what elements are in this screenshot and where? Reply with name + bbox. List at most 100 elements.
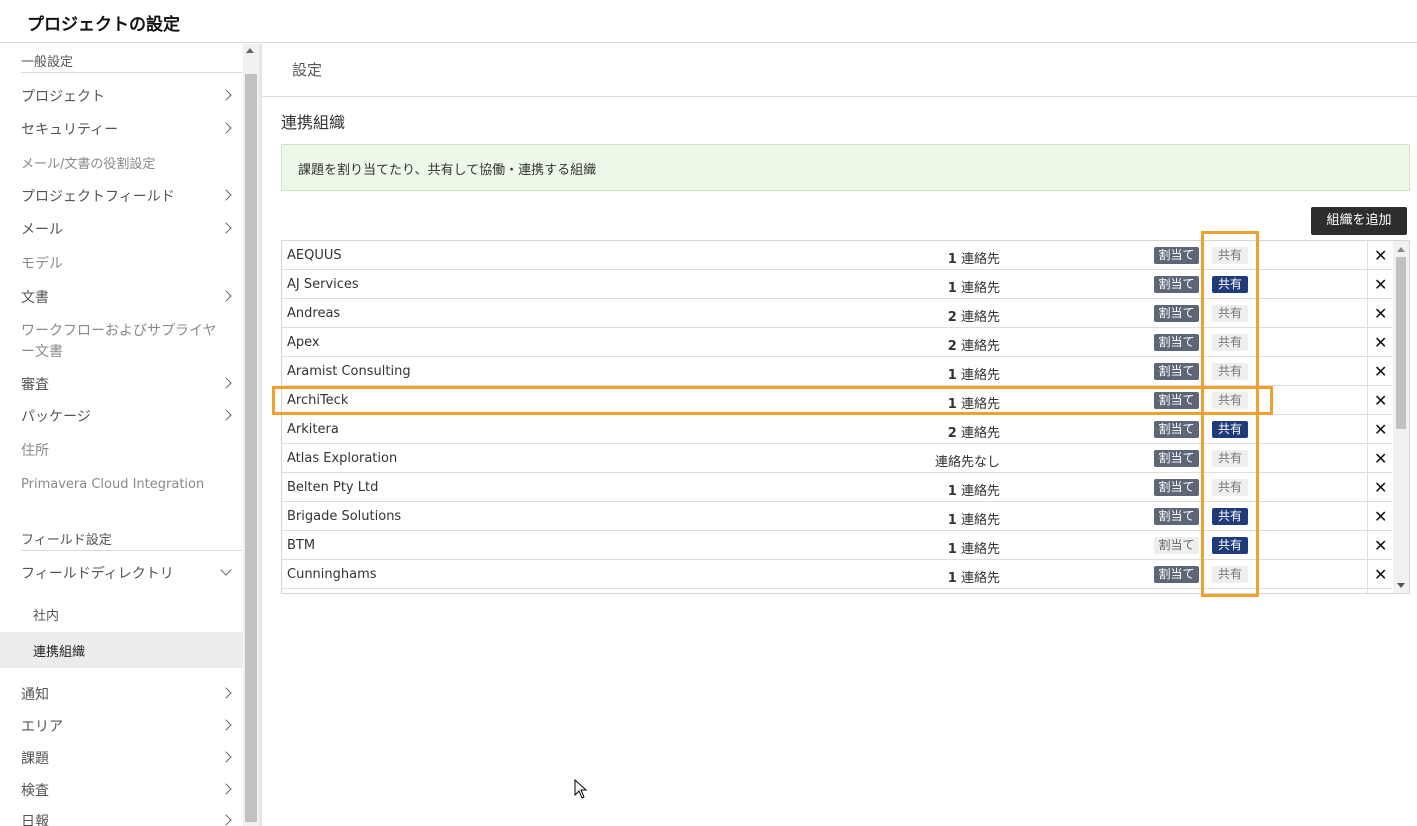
sidebar-item-review[interactable]: 審査	[0, 374, 243, 398]
delete-icon[interactable]: ✕	[1374, 362, 1387, 381]
sidebar-section-general: 一般設定	[21, 51, 242, 73]
sidebar-item-inspection[interactable]: 検査	[0, 780, 243, 804]
contact-count[interactable]: 1 連絡先	[842, 364, 1000, 383]
contact-count[interactable]: 2 連絡先	[842, 335, 1000, 354]
chevron-right-icon	[220, 814, 232, 826]
contact-count-suffix: 連絡先	[960, 339, 1000, 354]
delete-column-divider	[1367, 241, 1368, 593]
assign-toggle[interactable]: 割当て	[1154, 334, 1199, 351]
org-name[interactable]: AJ Services	[287, 277, 359, 292]
page-title: プロジェクトの設定	[27, 15, 180, 35]
sidebar-item-project-fields[interactable]: プロジェクトフィールド	[0, 186, 243, 210]
contact-count[interactable]: 1 連絡先	[842, 509, 1000, 528]
assign-toggle[interactable]: 割当て	[1154, 276, 1199, 293]
chevron-right-icon	[220, 409, 232, 421]
assign-toggle[interactable]: 割当て	[1154, 450, 1199, 467]
scroll-up-icon[interactable]	[1397, 247, 1405, 252]
contact-count[interactable]: 1 連絡先	[842, 567, 1000, 586]
assign-toggle[interactable]: 割当て	[1154, 479, 1199, 496]
contact-count[interactable]: 1 連絡先	[842, 248, 1000, 267]
org-name[interactable]: Brigade Solutions	[287, 509, 401, 524]
sidebar-item-label: 課題	[21, 751, 49, 767]
org-name[interactable]: Apex	[287, 335, 320, 350]
delete-icon[interactable]: ✕	[1374, 420, 1387, 439]
sidebar-item-project[interactable]: プロジェクト	[0, 86, 243, 110]
delete-icon[interactable]: ✕	[1374, 449, 1387, 468]
contact-count-number: 1	[947, 542, 957, 557]
sidebar-item-field-directory[interactable]: フィールドディレクトリ	[0, 563, 243, 587]
contact-count[interactable]: 1 連絡先	[842, 538, 1000, 557]
assign-toggle[interactable]: 割当て	[1154, 508, 1199, 525]
sidebar-item-documents[interactable]: 文書	[0, 287, 243, 311]
sidebar-item-model: モデル	[0, 253, 243, 277]
sidebar-item-label-continued: ー文書	[21, 344, 63, 360]
org-name[interactable]: AEQUUS	[287, 248, 342, 263]
assign-toggle[interactable]: 割当て	[1154, 247, 1199, 264]
sidebar-item-internal[interactable]: 社内	[0, 598, 243, 630]
sidebar-item-issues[interactable]: 課題	[0, 748, 243, 772]
delete-icon[interactable]: ✕	[1374, 246, 1387, 265]
contact-count-number: 1	[947, 252, 957, 267]
delete-icon[interactable]: ✕	[1374, 275, 1387, 294]
org-name[interactable]: Cunninghams	[287, 567, 377, 582]
section-title: 連携組織	[281, 113, 346, 132]
contact-count[interactable]: 連絡先なし	[842, 451, 1000, 470]
sidebar-item-notifications[interactable]: 通知	[0, 684, 243, 708]
sidebar-item-mail-doc-roles: メール/文書の役割設定	[0, 153, 243, 177]
contact-count-number: 1	[947, 571, 957, 586]
chevron-right-icon	[220, 122, 232, 134]
assign-toggle[interactable]: 割当て	[1154, 537, 1199, 554]
org-name[interactable]: Aramist Consulting	[287, 364, 411, 379]
chevron-right-icon	[220, 89, 232, 101]
info-text: 課題を割り当てたり、共有して協働・連携する組織	[298, 163, 597, 178]
sidebar-item-package[interactable]: パッケージ	[0, 406, 243, 430]
breadcrumb-settings[interactable]: 設定	[292, 59, 322, 80]
contact-count[interactable]: 1 連絡先	[842, 480, 1000, 499]
scroll-up-icon[interactable]	[246, 48, 254, 53]
org-name[interactable]: Andreas	[287, 306, 340, 321]
delete-icon[interactable]: ✕	[1374, 565, 1387, 584]
contact-count-suffix: 連絡先	[960, 542, 1000, 557]
delete-icon[interactable]: ✕	[1374, 507, 1387, 526]
sidebar-item-primavera: Primavera Cloud Integration	[0, 477, 243, 501]
org-name[interactable]: Arkitera	[287, 422, 339, 437]
org-name[interactable]: Belten Pty Ltd	[287, 480, 378, 495]
contact-count-number: 1	[947, 281, 957, 296]
sidebar-item-label: セキュリティー	[21, 122, 119, 138]
org-name[interactable]: Atlas Exploration	[287, 451, 397, 466]
add-organization-button[interactable]: 組織を追加	[1311, 207, 1407, 235]
delete-icon[interactable]: ✕	[1374, 333, 1387, 352]
sidebar-item-label: 社内	[33, 609, 60, 624]
contact-count[interactable]: 2 連絡先	[842, 306, 1000, 325]
sidebar-item-area[interactable]: エリア	[0, 716, 243, 740]
assign-toggle[interactable]: 割当て	[1154, 305, 1199, 322]
row-highlight-architeck	[272, 386, 1273, 415]
chevron-right-icon	[220, 377, 232, 389]
info-message: 課題を割り当てたり、共有して協働・連携する組織	[281, 144, 1410, 191]
delete-icon[interactable]: ✕	[1374, 478, 1387, 497]
sidebar-item-partner-orgs[interactable]: 連携組織	[0, 632, 243, 668]
contact-count[interactable]: 1 連絡先	[842, 277, 1000, 296]
sidebar-item-label: パッケージ	[21, 409, 91, 425]
delete-icon[interactable]: ✕	[1374, 391, 1387, 410]
delete-icon[interactable]: ✕	[1374, 304, 1387, 323]
sidebar-item-label: 検査	[21, 783, 49, 799]
assign-toggle[interactable]: 割当て	[1154, 363, 1199, 380]
sidebar-item-mail[interactable]: メール	[0, 219, 243, 243]
contact-count[interactable]: 2 連絡先	[842, 422, 1000, 441]
chevron-right-icon	[220, 687, 232, 699]
sidebar-scrollbar-thumb[interactable]	[245, 74, 257, 822]
sidebar-item-label: 住所	[21, 443, 49, 459]
delete-icon[interactable]: ✕	[1374, 536, 1387, 555]
sidebar: 一般設定 プロジェクト セキュリティー メール/文書の役割設定 プロジェクトフィ…	[0, 44, 262, 826]
sidebar-item-label: 通知	[21, 687, 49, 703]
assign-toggle[interactable]: 割当て	[1154, 566, 1199, 583]
scroll-down-icon[interactable]	[1397, 583, 1405, 588]
org-name[interactable]: BTM	[287, 538, 315, 553]
table-scrollbar-thumb[interactable]	[1396, 257, 1406, 429]
sidebar-item-daily-report[interactable]: 日報	[0, 811, 243, 826]
sidebar-item-security[interactable]: セキュリティー	[0, 119, 243, 143]
sidebar-item-label: モデル	[21, 256, 63, 272]
contact-count-suffix: 連絡先	[960, 484, 1000, 499]
assign-toggle[interactable]: 割当て	[1154, 421, 1199, 438]
